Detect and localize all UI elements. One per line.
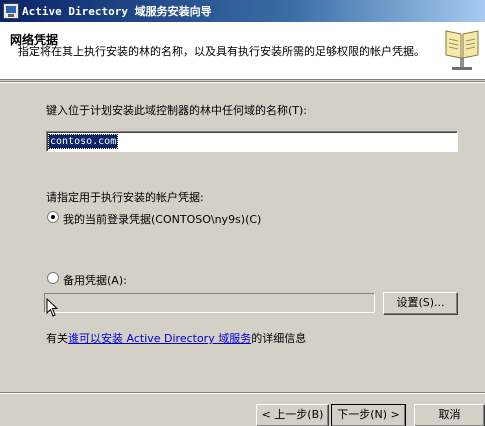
mouse-cursor-icon xyxy=(46,298,58,317)
current-credentials-label[interactable]: 我的当前登录凭据(CONTOSO\ny9s)(C) xyxy=(63,211,261,227)
alternate-credentials-field xyxy=(44,293,375,313)
info-suffix: 的详细信息 xyxy=(251,332,307,345)
set-credentials-button[interactable]: 设置(S)... xyxy=(383,292,458,315)
who-can-install-link[interactable]: 谁可以安装 Active Directory 域服务 xyxy=(68,332,251,345)
directory-book-icon xyxy=(445,30,479,70)
wizard-header: 网络凭据 指定将在其上执行安装的林的名称，以及具有执行安装所需的足够权限的帐户凭… xyxy=(0,22,485,80)
domain-name-value[interactable]: contoso.com xyxy=(47,134,119,149)
domain-name-input[interactable]: contoso.com xyxy=(46,131,458,152)
info-prefix: 有关 xyxy=(46,332,68,345)
back-button[interactable]: < 上一步(B) xyxy=(256,404,329,426)
domain-name-label: 键入位于计划安装此域控制器的林中任何域的名称(T): xyxy=(46,104,308,117)
footer-divider xyxy=(0,392,485,394)
next-button[interactable]: 下一步(N) > xyxy=(331,404,406,426)
header-divider xyxy=(0,81,485,83)
alternate-credentials-label[interactable]: 备用凭据(A): xyxy=(63,272,127,288)
page-description: 指定将在其上执行安装的林的名称，以及具有执行安装所需的足够权限的帐户凭据。 xyxy=(18,45,425,58)
alternate-credentials-radio[interactable] xyxy=(47,272,59,284)
app-window-icon[interactable] xyxy=(3,3,19,19)
current-credentials-radio[interactable] xyxy=(47,211,59,223)
cancel-button[interactable]: 取消 xyxy=(414,404,485,426)
window-title: Active Directory 域服务安装向导 xyxy=(22,5,212,18)
info-text: 有关谁可以安装 Active Directory 域服务的详细信息 xyxy=(46,330,306,346)
title-bar[interactable]: Active Directory 域服务安装向导 xyxy=(0,0,485,22)
credentials-label: 请指定用于执行安装的帐户凭据: xyxy=(46,191,204,204)
